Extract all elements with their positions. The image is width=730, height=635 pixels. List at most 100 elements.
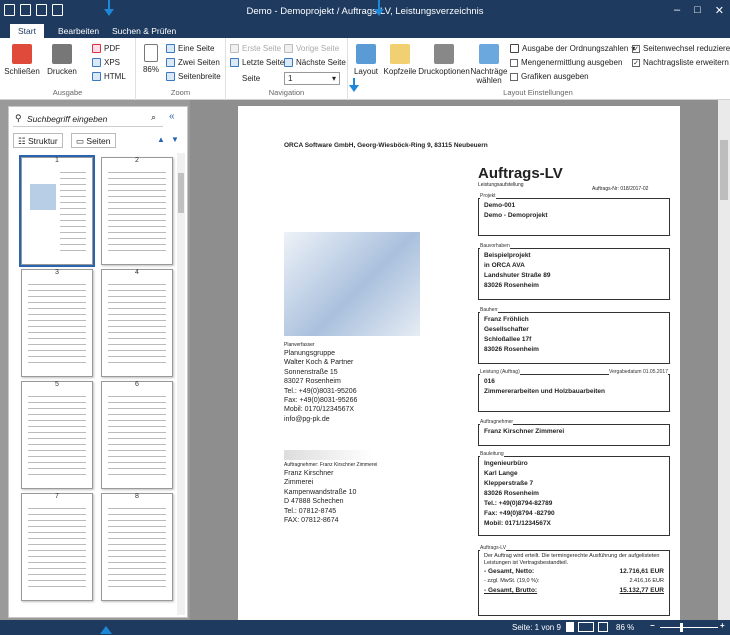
annotation-arrow [349, 78, 359, 92]
zoom-button[interactable]: 86% [140, 44, 162, 74]
chevron-down-icon: ▾ [331, 74, 336, 83]
structure-icon: ☷ [18, 136, 28, 146]
page-thumbnail[interactable]: 8 [101, 493, 173, 601]
zwei-seiten-button[interactable]: Zwei Seiten [166, 58, 220, 67]
page-select[interactable]: 1 ▾ [284, 72, 340, 85]
page-thumbnail[interactable]: 1 [19, 155, 95, 267]
layout-icon [356, 44, 376, 64]
tab-seiten[interactable]: ▭ Seiten [71, 133, 116, 148]
annotation-arrow [104, 0, 114, 16]
an-address-block: Auftragnehmer: Franz Kirschner Zimmerei … [284, 462, 378, 524]
auftragnehmer-box: Auftragnehmer Franz Kirschner Zimmerei [478, 419, 670, 446]
company-line: ORCA Software GmbH, Georg-Wiesböck-Ring … [284, 142, 488, 149]
printer-icon [52, 44, 72, 64]
kopfzeile-button[interactable]: Kopfzeile [382, 44, 418, 76]
page-thumbnail[interactable]: 5 [21, 381, 93, 489]
seitenbreite-button[interactable]: Seitenbreite [166, 72, 221, 81]
move-down-icon[interactable]: ▼ [171, 135, 179, 144]
page-navigator-pane: Suchbegriff eingeben ⚲ ⌕ « ☷ Struktur ▭ … [8, 106, 188, 618]
page-thumbnail[interactable]: 4 [101, 269, 173, 377]
search-input[interactable]: Suchbegriff eingeben [13, 111, 163, 127]
bauleitung-box: Bauleitung Ingenieurbüro Karl Lange Kleppe… [478, 451, 670, 536]
bauvorhaben-box: Bauvorhaben Beispielprojekt in ORCA AVA La… [478, 243, 670, 300]
tab-struktur[interactable]: ☷ Struktur [13, 133, 63, 148]
ribbon-tabs: Start Bearbeiten Suchen & Prüfen [0, 24, 730, 38]
page-thumbnail[interactable]: 7 [21, 493, 93, 601]
zoom-out-icon[interactable]: − [650, 621, 655, 630]
nachtraege-button[interactable]: Nachträge wählen [470, 44, 508, 85]
document-page: ORCA Software GmbH, Georg-Wiesböck-Ring … [238, 106, 680, 620]
group-layout-einstellungen: Layout Kopfzeile Druckoptionen Nachträge… [348, 38, 730, 100]
seite-label: Seite [242, 74, 261, 83]
single-page-view-icon[interactable] [566, 622, 574, 632]
pdf-button[interactable]: PDF [92, 44, 120, 53]
letzte-seite-button[interactable]: Letzte Seite [230, 58, 284, 67]
tab-suchen-pruefen[interactable]: Suchen & Prüfen [104, 24, 184, 38]
page-thumbnail[interactable]: 6 [101, 381, 173, 489]
group-ausgabe: Schließen Drucken PDF XPS HTML Ausgabe [0, 38, 136, 100]
zoom-slider-thumb[interactable] [680, 623, 683, 632]
page-thumbnail[interactable]: 2 [101, 157, 173, 265]
collapse-pane-icon[interactable]: « [169, 111, 175, 122]
search-icon[interactable]: ⌕ [151, 112, 156, 123]
group-zoom: 86% Eine Seite Zwei Seiten Seitenbreite … [136, 38, 226, 100]
minimize-button[interactable]: – [674, 4, 680, 17]
checkbox-icon [510, 58, 518, 67]
print-options-icon [434, 44, 454, 64]
two-page-view-icon[interactable] [578, 622, 594, 632]
zoom-page-icon [144, 44, 158, 62]
checkbox-icon [510, 72, 518, 81]
nachtragsliste-checkbox[interactable]: ✓ Nachtragsliste erweitern [632, 58, 729, 67]
grafiken-checkbox[interactable]: Grafiken ausgeben [510, 72, 589, 81]
next-page-icon [284, 58, 293, 67]
fit-width-icon[interactable] [598, 622, 608, 632]
html-button[interactable]: HTML [92, 72, 126, 81]
maximize-button[interactable]: □ [694, 4, 701, 17]
annotation-arrow [374, 0, 384, 16]
two-pages-icon [166, 58, 175, 67]
xps-button[interactable]: XPS [92, 58, 120, 67]
close-doc-icon [12, 44, 32, 64]
search-filter-icon: ⚲ [15, 113, 22, 123]
zoom-in-icon[interactable]: + [720, 621, 725, 630]
page-thumbnail[interactable]: 3 [21, 269, 93, 377]
leistung-box: Leistung (Auftrag) Vergabedatum 01.05.20… [478, 369, 670, 412]
vorige-seite-button[interactable]: Vorige Seite [284, 44, 339, 53]
layout-button[interactable]: Layout [350, 44, 382, 76]
drucken-button[interactable]: Drucken [44, 44, 80, 76]
erste-seite-button[interactable]: Erste Seite [230, 44, 281, 53]
single-page-icon [166, 44, 175, 53]
tab-start[interactable]: Start [10, 24, 44, 38]
group-navigation: Erste Seite Vorige Seite Letzte Seite Nä… [226, 38, 348, 100]
mengenermittlung-checkbox[interactable]: Mengenermittlung ausgeben [510, 58, 622, 67]
viewer-scrollbar[interactable] [718, 100, 730, 620]
move-up-icon[interactable]: ▲ [157, 135, 165, 144]
mwst-row: - zzgl. MwSt. (19,0 %): 2.416,16 EUR [484, 578, 664, 585]
page-indicator: Seite: 1 von 9 [512, 623, 561, 632]
ordnungszahlen-dropdown[interactable]: Ausgabe der Ordnungszahlen ▾ [510, 44, 635, 53]
previous-page-icon [284, 44, 293, 53]
projekt-box: Projekt Demo-001 Demo - Demoprojekt [478, 193, 670, 236]
addendum-icon [479, 44, 499, 64]
seitenwechsel-checkbox[interactable]: ✓ Seitenwechsel reduzieren [632, 44, 730, 53]
close-button[interactable]: ✕ [715, 4, 724, 17]
ordinal-icon [510, 44, 519, 53]
zoom-slider[interactable] [660, 627, 718, 628]
page-width-icon [166, 72, 175, 81]
naechste-seite-button[interactable]: Nächste Seite [284, 58, 346, 67]
header-icon [390, 44, 410, 64]
druckoptionen-button[interactable]: Druckoptionen [418, 44, 470, 76]
document-viewer: ORCA Software GmbH, Georg-Wiesböck-Ring … [190, 100, 718, 620]
eine-seite-button[interactable]: Eine Seite [166, 44, 214, 53]
scrollbar-thumb[interactable] [178, 173, 184, 213]
building-image [284, 232, 420, 336]
ribbon: Schließen Drucken PDF XPS HTML Ausgabe 8… [0, 38, 730, 100]
thumbnail-scrollbar[interactable] [177, 153, 185, 615]
building-thumbnail-icon [30, 184, 56, 210]
tab-bearbeiten[interactable]: Bearbeiten [50, 24, 107, 38]
last-page-icon [230, 58, 239, 67]
pages-icon: ▭ [76, 136, 87, 146]
checkmark-icon: ✓ [632, 58, 640, 67]
scrollbar-thumb[interactable] [720, 140, 728, 200]
schliessen-button[interactable]: Schließen [4, 44, 40, 76]
